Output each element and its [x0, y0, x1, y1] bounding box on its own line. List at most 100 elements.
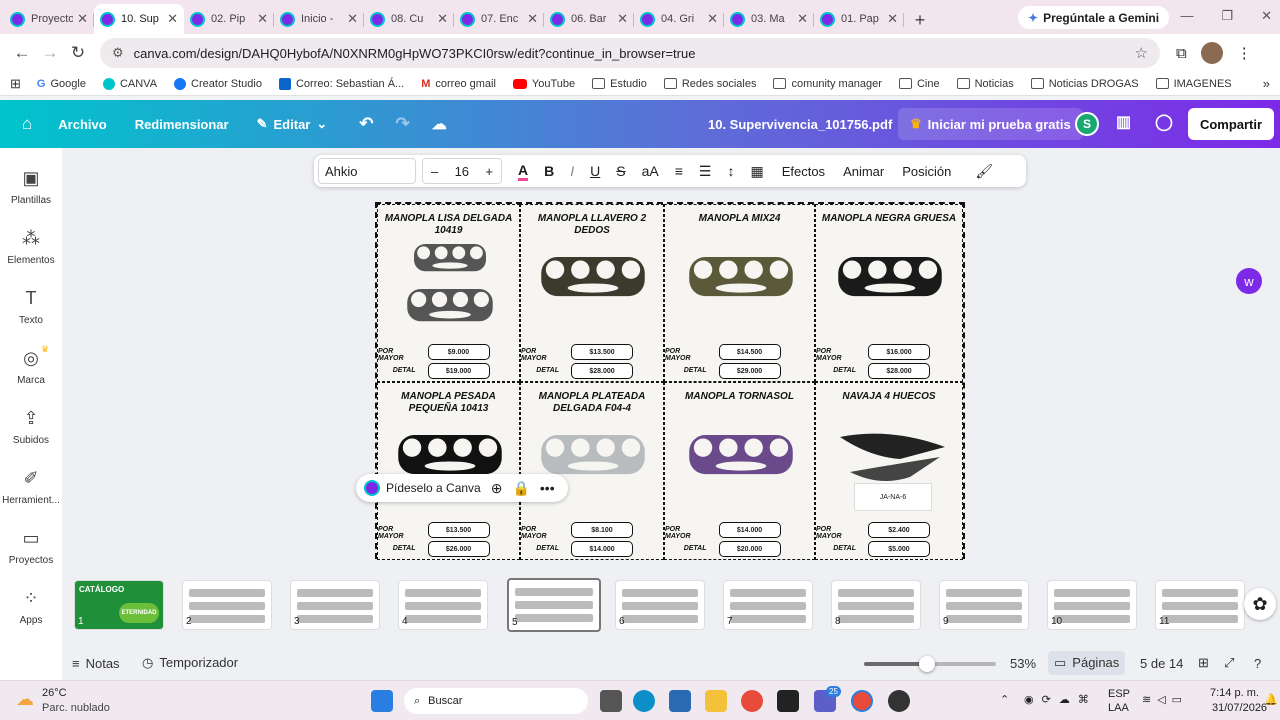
- help-icon[interactable]: ?: [1254, 656, 1261, 671]
- chrome-profile-icon[interactable]: [851, 690, 873, 712]
- archivo-menu[interactable]: Archivo: [58, 117, 106, 132]
- language-layout[interactable]: LAA: [1108, 702, 1129, 714]
- chrome-icon[interactable]: [741, 690, 763, 712]
- transparency-icon[interactable]: ▦: [750, 163, 763, 180]
- close-icon[interactable]: ✕: [617, 11, 628, 27]
- bookmark-folder-drogas[interactable]: Noticias DROGAS: [1030, 78, 1139, 90]
- page-thumbnail[interactable]: 6: [615, 580, 705, 630]
- retail-price[interactable]: $14.000: [571, 541, 633, 557]
- wholesale-price[interactable]: $14.500: [718, 344, 781, 360]
- tray-icons[interactable]: ◉⟳☁⌘: [1024, 693, 1097, 706]
- trial-button[interactable]: ♛ Iniciar mi prueba gratis: [898, 108, 1083, 140]
- explorer-icon[interactable]: [705, 690, 727, 712]
- bookmark-folder-cm[interactable]: comunity manager: [773, 78, 882, 90]
- new-tab-button[interactable]: +: [906, 6, 934, 34]
- redo-icon[interactable]: ↷: [396, 114, 410, 134]
- grid-view-icon[interactable]: ⊞: [1198, 655, 1209, 671]
- zoom-slider-handle[interactable]: [918, 656, 935, 672]
- tab-03[interactable]: 03. Ma ✕: [724, 4, 814, 34]
- edge-icon[interactable]: [633, 690, 655, 712]
- profile-avatar[interactable]: [1200, 42, 1223, 64]
- timer-button[interactable]: ◷ Temporizador: [142, 655, 238, 671]
- undo-icon[interactable]: ↶: [359, 114, 373, 134]
- wholesale-price[interactable]: $13.500: [571, 344, 633, 360]
- analytics-icon[interactable]: ▥: [1116, 112, 1131, 132]
- address-bar[interactable]: ⚙ canva.com/design/DAHQ0HybofA/N0XNRM0gH…: [100, 38, 1160, 68]
- bookmark-canva[interactable]: CANVA: [102, 77, 157, 90]
- product-cell[interactable]: NAVAJA 4 HUECOS JA-NA-6 POR MAYOR $2.400 DET…: [815, 382, 963, 560]
- fullscreen-icon[interactable]: ⤢: [1224, 655, 1234, 671]
- clock-date[interactable]: 31/07/2026: [1212, 702, 1267, 714]
- align-icon[interactable]: ≡: [675, 163, 683, 179]
- product-cell[interactable]: MANOPLA LLAVERO 2 DEDOS POR MAYOR $13.500 D…: [520, 204, 664, 382]
- bookmark-folder-redes[interactable]: Redes sociales: [663, 78, 756, 90]
- wholesale-price[interactable]: $2.400: [868, 522, 930, 538]
- taskbar-search[interactable]: ⌕ Buscar: [404, 688, 588, 714]
- site-info-icon[interactable]: ⚙: [112, 45, 124, 61]
- product-cell[interactable]: MANOPLA LISA DELGADA 10419 POR MAYOR $9.00…: [377, 204, 520, 382]
- retail-price[interactable]: $5.000: [868, 541, 930, 557]
- retail-price[interactable]: $19.000: [427, 363, 490, 379]
- tab-04[interactable]: 04. Gri ✕: [634, 4, 724, 34]
- minimize-icon[interactable]: —: [1180, 8, 1193, 24]
- page-thumbnail[interactable]: 9: [939, 580, 1029, 630]
- more-options-icon[interactable]: •••: [540, 480, 555, 496]
- user-avatar[interactable]: S: [1075, 112, 1099, 136]
- tab-08[interactable]: 08. Cu ✕: [364, 4, 454, 34]
- extensions-icon[interactable]: ⧉: [1176, 45, 1187, 62]
- home-icon[interactable]: ⌂: [22, 114, 32, 134]
- case-icon[interactable]: aA: [642, 163, 659, 179]
- zoom-slider[interactable]: [864, 656, 996, 672]
- language-code[interactable]: ESP: [1108, 688, 1130, 700]
- increase-size-button[interactable]: +: [485, 164, 493, 179]
- wholesale-price[interactable]: $8.100: [571, 522, 633, 538]
- animar-button[interactable]: Animar: [843, 164, 884, 179]
- strikethrough-icon[interactable]: S: [616, 163, 625, 179]
- bookmark-creator-studio[interactable]: Creator Studio: [174, 77, 262, 90]
- spacing-icon[interactable]: ↕: [727, 163, 734, 179]
- wholesale-price[interactable]: $9.000: [427, 344, 490, 360]
- retail-price[interactable]: $26.000: [427, 541, 490, 557]
- paint-format-icon[interactable]: 🖌: [975, 163, 993, 180]
- retail-price[interactable]: $29.000: [718, 363, 781, 379]
- chatgpt-icon[interactable]: ✿: [1244, 588, 1276, 620]
- tab-07[interactable]: 07. Enc ✕: [454, 4, 544, 34]
- notes-button[interactable]: ≡ Notas: [72, 656, 120, 671]
- product-cell[interactable]: MANOPLA NEGRA GRUESA POR MAYOR $16.000 DETA…: [815, 204, 963, 382]
- network-icons[interactable]: ≋◁▭: [1142, 693, 1188, 706]
- close-window-icon[interactable]: ✕: [1261, 8, 1272, 24]
- page-thumbnail[interactable]: CATÁLOGO ETERNIDAD 1: [74, 580, 164, 630]
- catalog-page[interactable]: MANOPLA LISA DELGADA 10419 POR MAYOR $9.00…: [375, 202, 965, 560]
- bookmark-star-icon[interactable]: ☆: [1135, 44, 1148, 62]
- page-thumbnail[interactable]: 2: [182, 580, 272, 630]
- close-icon[interactable]: ✕: [167, 11, 178, 27]
- bookmark-gmail[interactable]: Mcorreo gmail: [421, 78, 496, 91]
- close-icon[interactable]: ✕: [707, 11, 718, 27]
- page-thumbnail[interactable]: 7: [723, 580, 813, 630]
- apps-grid-icon[interactable]: ⊞: [10, 76, 21, 92]
- wholesale-price[interactable]: $14.000: [718, 522, 781, 538]
- product-cell[interactable]: MANOPLA MIX24 POR MAYOR $14.500 DETAL $29.00…: [664, 204, 815, 382]
- font-size-stepper[interactable]: – 16 +: [422, 158, 502, 184]
- task-view-icon[interactable]: [600, 690, 622, 712]
- rail-apps[interactable]: ⁘ Apps: [0, 588, 62, 626]
- close-icon[interactable]: ✕: [77, 11, 88, 27]
- font-selector[interactable]: Ahkio: [318, 158, 416, 184]
- product-cell[interactable]: MANOPLA PLATEADA DELGADA F04-4 POR MAYOR $…: [520, 382, 664, 560]
- weather-icon[interactable]: ☁: [16, 689, 34, 710]
- efectos-button[interactable]: Efectos: [782, 164, 825, 179]
- bookmark-google[interactable]: G Google: [37, 78, 86, 91]
- close-icon[interactable]: ✕: [437, 11, 448, 27]
- clock-time[interactable]: 7:14 p. m.: [1210, 687, 1259, 699]
- close-icon[interactable]: ✕: [347, 11, 358, 27]
- reload-icon[interactable]: ↻: [64, 39, 92, 67]
- rail-plantillas[interactable]: ▣ Plantillas: [0, 168, 62, 206]
- page-thumbnail[interactable]: 3: [290, 580, 380, 630]
- tab-pip[interactable]: 02. Pip ✕: [184, 4, 274, 34]
- page-thumbnail[interactable]: 8: [831, 580, 921, 630]
- wholesale-price[interactable]: $13.500: [427, 522, 490, 538]
- page-thumbnail[interactable]: 11: [1155, 580, 1245, 630]
- cloud-saved-icon[interactable]: ☁: [432, 115, 447, 133]
- back-icon[interactable]: ←: [8, 39, 36, 67]
- font-size-value[interactable]: 16: [455, 164, 469, 179]
